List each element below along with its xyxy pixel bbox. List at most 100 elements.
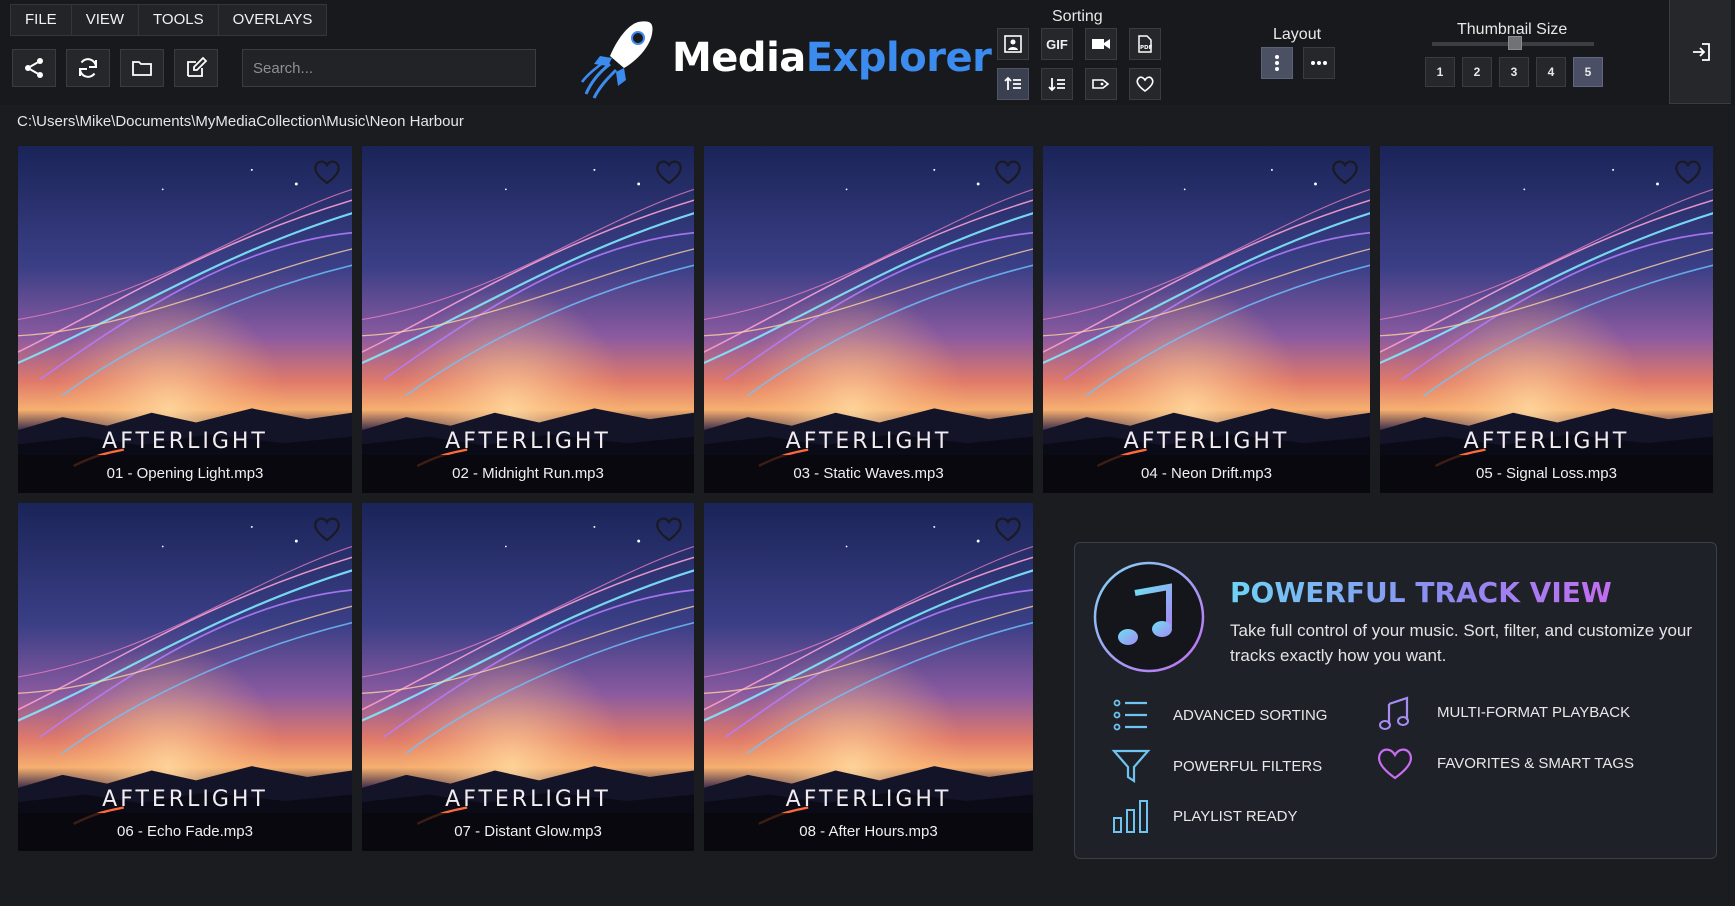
track-card[interactable]: AFTERLIGHT 07 - Distant Glow.mp3 <box>362 503 694 851</box>
app-title-part1: Media <box>672 35 806 81</box>
track-filename: 05 - Signal Loss.mp3 <box>1380 455 1713 493</box>
album-art-title: AFTERLIGHT <box>785 787 952 812</box>
app-title-part2: Explorer <box>805 35 992 81</box>
layout-vertical-button[interactable] <box>1261 47 1293 79</box>
album-art-title: AFTERLIGHT <box>445 787 611 812</box>
refresh-button[interactable] <box>66 49 110 87</box>
thumbnail-size-1-button[interactable]: 1 <box>1425 57 1455 87</box>
album-art-title: AFTERLIGHT <box>1463 429 1630 454</box>
track-filename: 07 - Distant Glow.mp3 <box>362 813 694 851</box>
share-button[interactable] <box>12 49 56 87</box>
feature-advanced-sorting: ADVANCED SORTING <box>1111 695 1327 735</box>
thumbnail-size-2-button[interactable]: 2 <box>1462 57 1492 87</box>
favorite-heart-icon[interactable] <box>654 515 684 543</box>
tag-icon <box>1092 79 1110 89</box>
app-title: MediaExplorer <box>672 35 992 81</box>
breadcrumb-path: C:\Users\Mike\Documents\MyMediaCollectio… <box>17 113 464 130</box>
feature-favorites-smart-tags: FAVORITES & SMART TAGS <box>1375 743 1634 783</box>
menu-overlays[interactable]: OVERLAYS <box>219 5 327 35</box>
exit-button[interactable] <box>1669 0 1731 104</box>
album-art-title: AFTERLIGHT <box>1123 429 1290 454</box>
sort-tags-button[interactable] <box>1085 68 1117 100</box>
favorite-heart-icon[interactable] <box>1330 158 1360 186</box>
sort-pdf-button[interactable]: PDF <box>1129 28 1161 60</box>
thumbnail-size-slider-handle[interactable] <box>1508 36 1522 50</box>
album-art-title: AFTERLIGHT <box>785 429 952 454</box>
track-filename: 01 - Opening Light.mp3 <box>18 455 352 493</box>
album-art-title: AFTERLIGHT <box>445 429 611 454</box>
feature-panel: POWERFUL TRACK VIEW Take full control of… <box>1074 542 1717 859</box>
track-card[interactable]: AFTERLIGHT 04 - Neon Drift.mp3 <box>1043 146 1370 493</box>
image-icon <box>1004 35 1022 53</box>
sort-descending-icon <box>1048 78 1065 92</box>
top-bar: FILE VIEW TOOLS OVERLAYS MediaExplorer <box>0 0 1735 105</box>
track-card[interactable]: AFTERLIGHT 08 - After Hours.mp3 <box>704 503 1033 851</box>
favorite-heart-icon[interactable] <box>1673 158 1703 186</box>
favorite-heart-icon[interactable] <box>993 515 1023 543</box>
list-icon <box>1113 699 1147 731</box>
thumbnail-size-5-button[interactable]: 5 <box>1573 57 1603 87</box>
favorite-heart-icon[interactable] <box>993 158 1023 186</box>
heart-outline-icon <box>1378 748 1412 780</box>
rocket-icon <box>581 21 653 99</box>
track-filename: 08 - After Hours.mp3 <box>704 813 1033 851</box>
feature-label: FAVORITES & SMART TAGS <box>1437 754 1634 772</box>
folder-icon <box>132 61 152 76</box>
sort-ascending-button[interactable] <box>997 68 1029 100</box>
refresh-icon <box>79 58 97 78</box>
feature-label: POWERFUL FILTERS <box>1173 757 1323 775</box>
edit-icon <box>187 56 208 77</box>
menu-bar: FILE VIEW TOOLS OVERLAYS <box>10 4 328 36</box>
track-filename: 02 - Midnight Run.mp3 <box>362 455 694 493</box>
app-logo: MediaExplorer <box>580 16 992 100</box>
layout-title: Layout <box>1273 26 1322 43</box>
share-icon <box>25 58 43 78</box>
track-card[interactable]: AFTERLIGHT 02 - Midnight Run.mp3 <box>362 146 694 493</box>
exit-icon <box>1692 42 1710 61</box>
vertical-dots-icon <box>1275 55 1279 71</box>
track-card[interactable]: AFTERLIGHT 03 - Static Waves.mp3 <box>704 146 1033 493</box>
music-notes-icon <box>1379 696 1409 730</box>
feature-panel-title: POWERFUL TRACK VIEW <box>1230 576 1612 609</box>
feature-panel-description: Take full control of your music. Sort, f… <box>1230 621 1693 665</box>
pdf-icon: PDF <box>1138 35 1153 53</box>
thumbnail-size-3-button[interactable]: 3 <box>1499 57 1529 87</box>
menu-tools[interactable]: TOOLS <box>139 5 219 35</box>
favorite-heart-icon[interactable] <box>312 158 342 186</box>
layout-horizontal-button[interactable] <box>1303 47 1335 79</box>
pdf-label: PDF <box>1140 45 1153 51</box>
sort-ascending-icon <box>1004 76 1021 90</box>
track-filename: 06 - Echo Fade.mp3 <box>18 813 352 851</box>
track-filename: 04 - Neon Drift.mp3 <box>1043 455 1370 493</box>
feature-label: PLAYLIST READY <box>1173 807 1298 825</box>
feature-playlist-ready: PLAYLIST READY <box>1111 796 1298 836</box>
track-card[interactable]: AFTERLIGHT 05 - Signal Loss.mp3 <box>1380 146 1713 493</box>
track-filename: 03 - Static Waves.mp3 <box>704 455 1033 493</box>
video-camera-icon <box>1092 39 1110 49</box>
sort-descending-button[interactable] <box>1041 68 1073 100</box>
horizontal-dots-icon <box>1311 61 1327 65</box>
album-art-title: AFTERLIGHT <box>102 787 268 812</box>
sort-video-button[interactable] <box>1085 28 1117 60</box>
sort-favorites-button[interactable] <box>1129 68 1161 100</box>
feature-label: MULTI-FORMAT PLAYBACK <box>1437 703 1631 721</box>
toolbar <box>12 49 218 87</box>
music-note-icon <box>1093 561 1205 673</box>
track-card[interactable]: AFTERLIGHT 06 - Echo Fade.mp3 <box>18 503 352 851</box>
open-folder-button[interactable] <box>120 49 164 87</box>
favorite-heart-icon[interactable] <box>654 158 684 186</box>
feature-multi-format-playback: MULTI-FORMAT PLAYBACK <box>1375 692 1630 732</box>
heart-icon <box>1136 76 1154 92</box>
edit-button[interactable] <box>174 49 218 87</box>
thumbnail-size-4-button[interactable]: 4 <box>1536 57 1566 87</box>
filter-icon <box>1111 749 1151 784</box>
menu-view[interactable]: VIEW <box>72 5 140 35</box>
sort-images-button[interactable] <box>997 28 1029 60</box>
search-input[interactable] <box>242 49 536 87</box>
menu-file[interactable]: FILE <box>11 5 72 35</box>
feature-powerful-filters: POWERFUL FILTERS <box>1111 746 1322 786</box>
sort-gif-button[interactable]: GIF <box>1041 28 1073 60</box>
favorite-heart-icon[interactable] <box>312 515 342 543</box>
track-card[interactable]: AFTERLIGHT 01 - Opening Light.mp3 <box>18 146 352 493</box>
bar-chart-icon <box>1113 800 1148 833</box>
